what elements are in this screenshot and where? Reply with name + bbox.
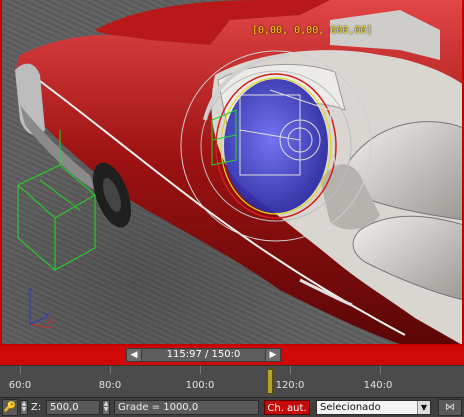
next-frame-button[interactable]: ▶ xyxy=(265,349,280,361)
ruler-label: 80:0 xyxy=(98,380,122,391)
ruler-tick xyxy=(290,366,291,374)
ruler-label: 60:0 xyxy=(8,380,32,391)
selection-dropdown-value: Selecionado xyxy=(320,402,381,413)
frame-counter: 115:97 / 150:0 xyxy=(166,349,241,360)
key-icon[interactable]: 🔑 xyxy=(2,399,18,416)
ruler-tick xyxy=(380,366,381,374)
spinner-z[interactable]: ▲ ▼ xyxy=(20,400,28,415)
ruler-label: 140:0 xyxy=(363,380,393,391)
ruler-tick xyxy=(110,366,111,374)
triangle-right-icon: ▶ xyxy=(269,350,277,360)
status-bar: 🔑 ▲ ▼ Z: 500,0 ▲ ▼ Grade = 1000,0 Ch. aut.… xyxy=(0,397,464,417)
auto-key-button[interactable]: Ch. aut. xyxy=(264,400,310,415)
prev-frame-button[interactable]: ◀ xyxy=(127,349,142,361)
z-value-field[interactable]: 500,0 xyxy=(46,400,100,415)
ruler-label: 100:0 xyxy=(185,380,215,391)
timeline-ruler[interactable]: 60:0 80:0 100:0 120:0 140:0 xyxy=(0,365,464,397)
z-label: Z: xyxy=(31,402,42,413)
time-slider[interactable]: ◀ 115:97 / 150:0 ▶ xyxy=(126,348,281,362)
key-filter-icon[interactable]: ⋈ xyxy=(438,399,462,416)
selection-dropdown[interactable]: Selecionado ▼ xyxy=(316,400,431,415)
grid-value-field: Grade = 1000,0 xyxy=(114,400,259,415)
3d-viewport[interactable]: [0,00, 0,00, 600,00] Z Y X xyxy=(0,0,464,346)
triangle-left-icon: ◀ xyxy=(130,350,138,360)
playhead[interactable] xyxy=(267,369,273,394)
chevron-down-icon: ▼ xyxy=(417,401,430,414)
auto-key-viewport-frame xyxy=(0,0,464,346)
z-spinner[interactable]: ▲ ▼ xyxy=(102,400,110,415)
ruler-tick xyxy=(20,366,21,374)
ruler-tick xyxy=(200,366,201,374)
ruler-label: 120:0 xyxy=(275,380,305,391)
